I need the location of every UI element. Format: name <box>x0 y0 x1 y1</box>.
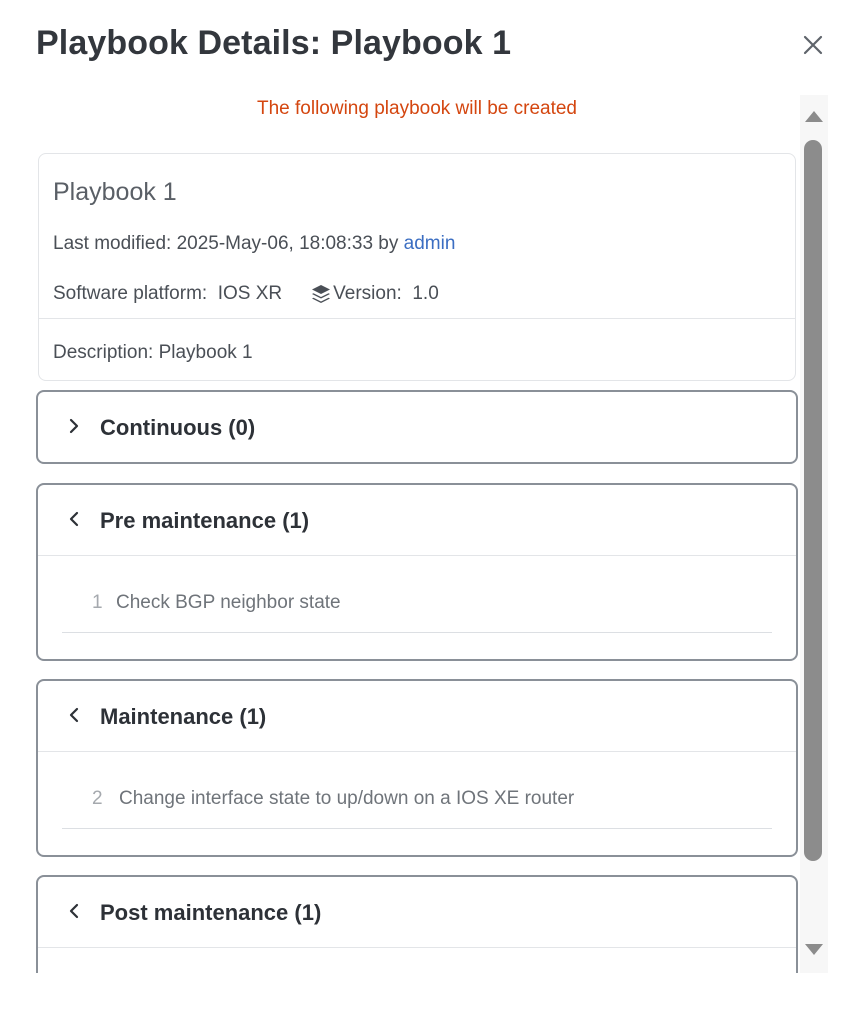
last-modified: Last modified: 2025-May-06, 18:08:33 by … <box>53 233 455 255</box>
modal-body: The following playbook will be created P… <box>0 86 860 973</box>
task-number: 1 <box>92 592 103 613</box>
section-body: 2 Change interface state to up/down on a… <box>38 751 796 855</box>
task-item[interactable]: 1 Check BGP neighbor state <box>62 556 772 633</box>
chevron-left-icon[interactable] <box>64 509 84 529</box>
playbook-description: Description: Playbook 1 <box>53 342 253 363</box>
layers-icon <box>312 285 331 303</box>
modified-by-link[interactable]: admin <box>404 233 456 254</box>
task-name: Change interface state to up/down on a I… <box>119 788 575 809</box>
chevron-left-icon[interactable] <box>64 901 84 921</box>
section-body: 1 Check BGP neighbor state <box>38 555 796 659</box>
info-divider <box>39 318 795 319</box>
section-header-post-maintenance[interactable]: Post maintenance (1) <box>38 877 796 947</box>
modal-title: Playbook Details: Playbook 1 <box>36 24 512 62</box>
scrollbar-thumb[interactable] <box>804 140 822 861</box>
section-header-continuous[interactable]: Continuous (0) <box>38 392 796 462</box>
section-title: Post maintenance (1) <box>100 900 322 925</box>
section-continuous: Continuous (0) <box>36 390 798 464</box>
creation-notice: The following playbook will be created <box>256 98 577 119</box>
close-icon[interactable] <box>799 31 827 59</box>
section-pre-maintenance: Pre maintenance (1) 1 Check BGP neighbor… <box>36 483 798 661</box>
task-item[interactable]: 2 Change interface state to up/down on a… <box>62 752 772 829</box>
vertical-scrollbar[interactable] <box>800 95 828 973</box>
section-title: Continuous (0) <box>100 415 256 440</box>
playbook-info-card: Playbook 1 Last modified: 2025-May-06, 1… <box>38 153 796 381</box>
section-body <box>38 947 796 973</box>
close-button[interactable] <box>799 31 827 59</box>
scroll-down-arrow-icon[interactable] <box>804 943 824 957</box>
platform-value: IOS XR <box>217 283 283 304</box>
last-modified-text: Last modified: 2025-May-06, 18:08:33 by <box>53 233 404 254</box>
platform-label: Software platform: <box>53 283 208 304</box>
scroll-up-arrow-icon[interactable] <box>804 109 824 123</box>
section-post-maintenance: Post maintenance (1) <box>36 875 798 973</box>
chevron-left-icon[interactable] <box>64 705 84 725</box>
chevron-right-icon[interactable] <box>64 416 84 436</box>
section-title: Pre maintenance (1) <box>100 508 310 533</box>
section-title: Maintenance (1) <box>100 704 267 729</box>
task-name: Check BGP neighbor state <box>116 592 341 613</box>
task-number: 2 <box>92 788 103 809</box>
version-label: Version: <box>333 283 402 304</box>
platform-row: Software platform: IOS XR Version: 1.0 <box>53 283 439 305</box>
version-value: 1.0 <box>412 283 439 304</box>
section-header-pre-maintenance[interactable]: Pre maintenance (1) <box>38 485 796 555</box>
playbook-name: Playbook 1 <box>53 178 177 206</box>
section-maintenance: Maintenance (1) 2 Change interface state… <box>36 679 798 857</box>
section-header-maintenance[interactable]: Maintenance (1) <box>38 681 796 751</box>
